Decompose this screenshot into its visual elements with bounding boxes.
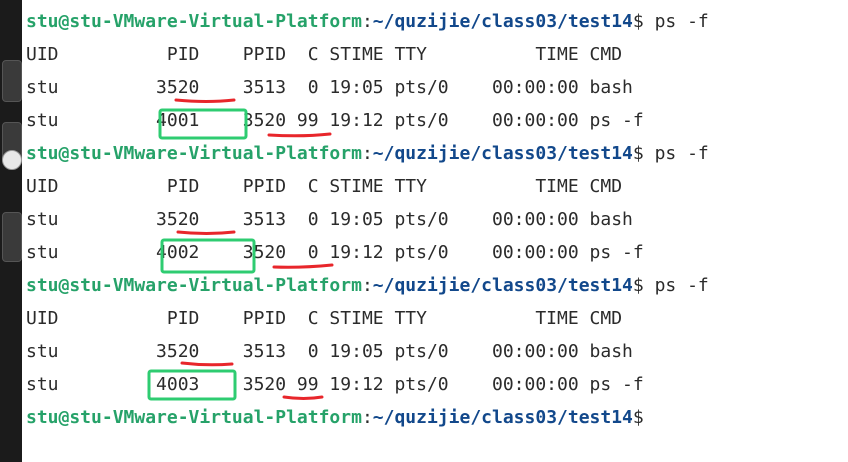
command-text: ps -f [643, 143, 709, 164]
prompt-user-host: stu@stu-VMware-Virtual-Platform [26, 275, 362, 296]
ps-header: UID PID PPID C STIME TTY TIME CMD [26, 308, 623, 329]
prompt-line: stu@stu-VMware-Virtual-Platform:~/quziji… [26, 5, 709, 38]
prompt-separator: : [361, 407, 373, 428]
prompt-symbol: $ [632, 143, 644, 164]
ps-header: UID PID PPID C STIME TTY TIME CMD [26, 44, 623, 65]
prompt-line: stu@stu-VMware-Virtual-Platform:~/quziji… [26, 269, 709, 302]
ps-row: stu 3520 3513 0 19:05 pts/0 00:00:00 bas… [26, 341, 633, 362]
command-text: ps -f [643, 275, 709, 296]
terminal-output[interactable]: stu@stu-VMware-Virtual-Platform:~/quziji… [22, 0, 848, 462]
prompt-user-host: stu@stu-VMware-Virtual-Platform [26, 11, 362, 32]
prompt-path: ~/quzijie/class03/test14 [372, 407, 633, 428]
prompt-path: ~/quzijie/class03/test14 [372, 143, 633, 164]
prompt-user-host: stu@stu-VMware-Virtual-Platform [26, 407, 362, 428]
app-icon[interactable] [2, 60, 22, 102]
ps-row: stu 4001 3520 99 19:12 pts/0 00:00:00 ps… [26, 110, 644, 131]
prompt-symbol: $ [632, 11, 644, 32]
prompt-line[interactable]: stu@stu-VMware-Virtual-Platform:~/quziji… [26, 401, 644, 434]
app-icon[interactable] [2, 212, 22, 262]
prompt-path: ~/quzijie/class03/test14 [372, 275, 633, 296]
ps-row: stu 4002 3520 0 19:12 pts/0 00:00:00 ps … [26, 242, 644, 263]
prompt-line: stu@stu-VMware-Virtual-Platform:~/quziji… [26, 137, 709, 170]
ps-row: stu 4003 3520 99 19:12 pts/0 00:00:00 ps… [26, 374, 644, 395]
prompt-symbol: $ [632, 407, 644, 428]
ps-row: stu 3520 3513 0 19:05 pts/0 00:00:00 bas… [26, 209, 633, 230]
prompt-separator: : [361, 11, 373, 32]
command-text: ps -f [643, 11, 709, 32]
prompt-symbol: $ [632, 275, 644, 296]
prompt-path: ~/quzijie/class03/test14 [372, 11, 633, 32]
app-icon[interactable] [2, 150, 22, 170]
prompt-separator: : [361, 143, 373, 164]
ps-header: UID PID PPID C STIME TTY TIME CMD [26, 176, 623, 197]
launcher-dock [0, 0, 22, 462]
prompt-separator: : [361, 275, 373, 296]
prompt-user-host: stu@stu-VMware-Virtual-Platform [26, 143, 362, 164]
ps-row: stu 3520 3513 0 19:05 pts/0 00:00:00 bas… [26, 77, 633, 98]
